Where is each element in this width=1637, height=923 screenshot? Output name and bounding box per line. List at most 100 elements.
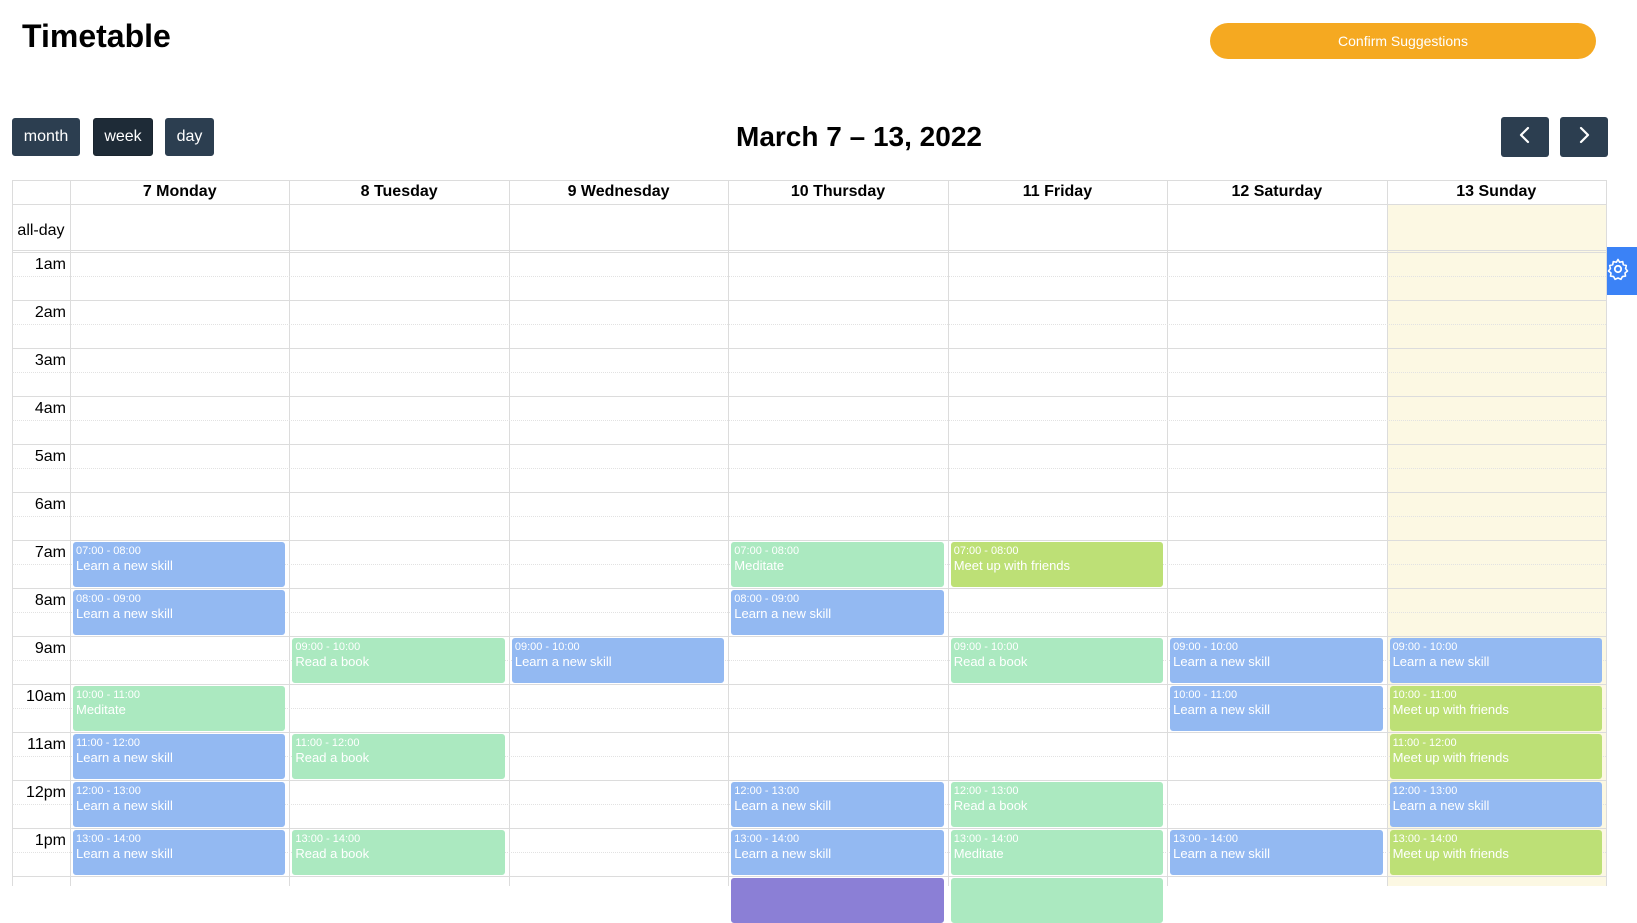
page-title: Timetable [22,18,171,54]
grid-line [12,396,1606,397]
time-label: 9am [34,640,66,657]
grid-line [12,828,1606,829]
calendar-event[interactable]: 13:00 - 14:00 Learn a new skill [731,830,944,875]
next-week-button[interactable] [1560,117,1608,157]
all-day-label: all-day [17,222,65,239]
calendar-event[interactable]: 10:00 - 11:00 Meditate [73,686,286,731]
event-time: 08:00 - 09:00 [734,593,800,605]
calendar-event[interactable] [950,878,1164,923]
grid-line [12,276,1606,277]
calendar-event[interactable]: 08:00 - 09:00 Learn a new skill [731,590,944,635]
event-title: Learn a new skill [76,558,173,573]
calendar-event[interactable]: 09:00 - 10:00 Read a book [292,638,505,683]
event-title: Learn a new skill [1173,846,1270,861]
view-month-button[interactable]: month [12,118,80,156]
calendar-event[interactable]: 07:00 - 08:00 Learn a new skill [73,542,286,587]
event-time: 11:00 - 12:00 [76,737,141,749]
calendar-event[interactable]: 11:00 - 12:00 Learn a new skill [73,734,286,779]
event-time: 13:00 - 14:00 [734,833,800,845]
view-day-button[interactable]: day [165,118,214,156]
grid-line [12,252,1606,253]
event-time: 09:00 - 10:00 [295,641,361,653]
date-range-title: March 7 – 13, 2022 [736,121,982,152]
grid-line [12,324,1606,325]
time-label: 2am [34,304,66,321]
event-title: Meet up with friends [1392,702,1509,717]
event-time: 09:00 - 10:00 [514,641,580,653]
calendar-event[interactable]: 13:00 - 14:00 Read a book [292,830,505,875]
chevron-left-icon [1518,126,1532,149]
day-header: 7 Monday [142,183,217,200]
event-time: 11:00 - 12:00 [295,737,360,749]
event-title: Read a book [295,654,370,669]
event-time: 07:00 - 08:00 [76,545,141,557]
event-time: 12:00 - 13:00 [1392,785,1458,797]
event-time: 10:00 - 11:00 [1392,689,1457,701]
grid-line [12,636,1606,637]
calendar-event[interactable]: 07:00 - 08:00 Meet up with friends [950,542,1164,587]
confirm-suggestions-button[interactable]: Confirm Suggestions [1210,23,1596,59]
event-title: Meditate [734,558,785,573]
calendar-event[interactable]: 13:00 - 14:00 Meditate [950,830,1164,875]
event-title: Meditate [76,702,126,717]
calendar-event[interactable]: 09:00 - 10:00 Read a book [950,638,1164,683]
calendar-event[interactable]: 13:00 - 14:00 Learn a new skill [73,830,286,875]
calendar-event[interactable]: 08:00 - 09:00 Learn a new skill [73,590,286,635]
grid-line [12,516,1606,517]
event-title: Learn a new skill [734,606,832,621]
calendar-event[interactable]: 13:00 - 14:00 Meet up with friends [1389,830,1602,875]
grid-line [12,588,1606,589]
calendar-event[interactable]: 12:00 - 13:00 Learn a new skill [1389,782,1602,827]
event-title: Learn a new skill [1173,702,1270,717]
grid-line [1606,180,1607,886]
view-week-button[interactable]: week [93,118,153,156]
calendar-event[interactable]: 07:00 - 08:00 Meditate [731,542,944,587]
calendar-event[interactable] [731,878,944,923]
calendar-event[interactable]: 12:00 - 13:00 Learn a new skill [73,782,286,827]
prev-week-button[interactable] [1501,117,1549,157]
event-time: 13:00 - 14:00 [295,833,361,845]
time-label: 6am [34,496,66,513]
event-time: 08:00 - 09:00 [76,593,141,605]
calendar-event[interactable]: 12:00 - 13:00 Read a book [950,782,1164,827]
grid-line [12,250,1606,251]
chevron-right-icon [1577,126,1591,149]
grid-line [12,780,1606,781]
time-label: 7am [34,544,66,561]
event-title: Learn a new skill [1392,654,1490,669]
week-calendar: 7 Monday 8 Tuesday 9 Wednesday 10 Thursday 1… [12,180,1607,923]
event-title: Learn a new skill [76,606,173,621]
day-header: 9 Wednesday [567,183,670,200]
event-title: Learn a new skill [76,798,173,813]
event-time: 10:00 - 11:00 [76,689,141,701]
event-time: 09:00 - 10:00 [953,641,1019,653]
event-time: 13:00 - 14:00 [76,833,141,845]
event-title: Read a book [295,846,370,861]
event-title: Learn a new skill [1173,654,1270,669]
day-header: 8 Tuesday [360,183,438,200]
calendar-event[interactable]: 11:00 - 12:00 Read a book [292,734,505,779]
calendar-event[interactable]: 09:00 - 10:00 Learn a new skill [511,638,725,683]
event-title: Learn a new skill [76,846,173,861]
event-time: 11:00 - 12:00 [1392,737,1457,749]
event-title: Meet up with friends [1392,846,1509,861]
grid-line [12,372,1606,373]
calendar-event[interactable]: 10:00 - 11:00 Meet up with friends [1389,686,1602,731]
grid-line [12,204,1606,205]
event-title: Read a book [953,798,1028,813]
day-header: 11 Friday [1022,183,1093,200]
time-label: 5am [34,448,66,465]
grid-line [12,540,1606,541]
calendar-event[interactable]: 09:00 - 10:00 Learn a new skill [1170,638,1383,683]
time-label: 3am [34,352,66,369]
calendar-event[interactable]: 11:00 - 12:00 Meet up with friends [1389,734,1602,779]
event-title: Learn a new skill [734,846,832,861]
time-label: 10am [25,688,66,705]
grid-line [12,348,1606,349]
calendar-event[interactable]: 12:00 - 13:00 Learn a new skill [731,782,944,827]
event-title: Learn a new skill [76,750,173,765]
calendar-event[interactable]: 09:00 - 10:00 Learn a new skill [1389,638,1602,683]
event-time: 09:00 - 10:00 [1173,641,1238,653]
calendar-event[interactable]: 13:00 - 14:00 Learn a new skill [1170,830,1383,875]
calendar-event[interactable]: 10:00 - 11:00 Learn a new skill [1170,686,1383,731]
